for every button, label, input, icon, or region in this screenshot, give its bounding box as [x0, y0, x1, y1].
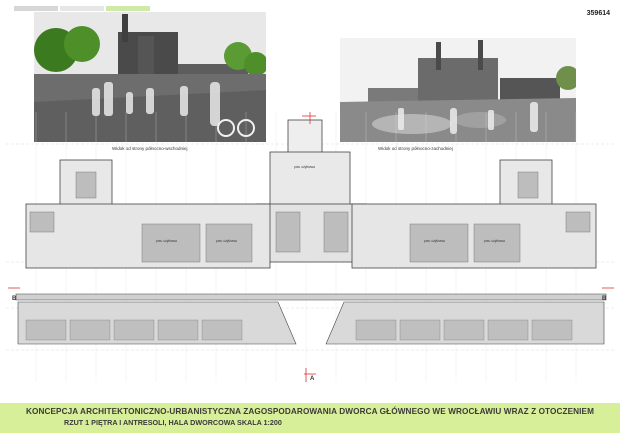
floor-plan-drawing: pow. użytkowa pow. użytkowa pow. użytkow…: [6, 112, 616, 402]
sheet-subtitle: RZUT 1 PIĘTRA I ANTRESOLI, HALA DWORCOWA…: [64, 418, 282, 427]
legend-swatch-2: [60, 6, 104, 11]
section-marker-right: B: [602, 296, 607, 302]
room-label: pow. użytkowa: [484, 239, 505, 243]
room-label: pow. użytkowa: [216, 239, 237, 243]
sheet-title: KONCEPCJA ARCHITEKTONICZNO-URBANISTYCZNA…: [25, 407, 595, 416]
title-band: KONCEPCJA ARCHITEKTONICZNO-URBANISTYCZNA…: [0, 403, 620, 433]
legend-swatch-3: [106, 6, 150, 11]
axis-marker: A: [310, 376, 315, 382]
section-marker-left: B: [12, 296, 17, 302]
room-label: pow. użytkowa: [424, 239, 445, 243]
room-label: pow. użytkowa: [294, 165, 315, 169]
room-label: pow. użytkowa: [156, 239, 177, 243]
sheet-number: 359614: [586, 10, 610, 17]
legend-swatch-1: [14, 6, 58, 11]
